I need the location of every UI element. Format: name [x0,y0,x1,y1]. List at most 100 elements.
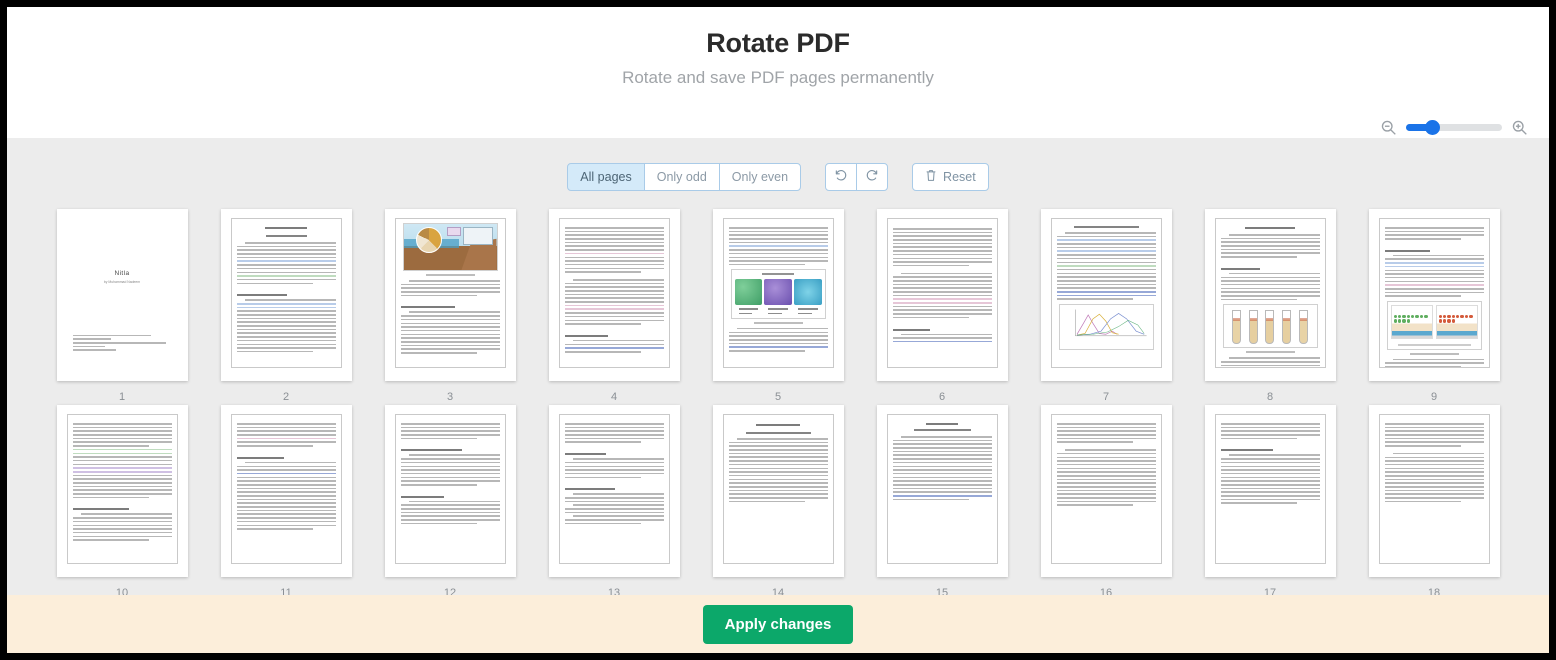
page-content [66,414,178,564]
trash-icon [925,169,937,185]
thumbnail-cell: 10 [40,405,204,601]
page-content [886,414,998,564]
thumbnail-cell: 7 [1024,209,1188,405]
magnifier-minus-icon[interactable] [1380,119,1397,136]
document-title-text: Nitla [114,270,130,277]
page-thumbnail-16[interactable] [1040,405,1172,577]
page-thumbnail-15[interactable] [876,405,1008,577]
thumbnail-cell: 2 [204,209,368,405]
thumbnail-cell: 16 [1024,405,1188,601]
workspace: All pages Only odd Only even Reset Nitla… [7,138,1549,653]
page-title: Rotate PDF [706,28,850,58]
page-thumbnail-3[interactable] [384,209,516,381]
page-content [558,218,670,368]
thumbnail-cell: Nitla by Muhammad Nadeem 1 [40,209,204,405]
page-header: Rotate PDF Rotate and save PDF pages per… [7,7,1549,138]
thumbnail-cell: 8 [1188,209,1352,405]
reset-label: Reset [943,170,976,184]
thumbnail-cell: 4 [532,209,696,405]
page-thumbnail-9[interactable] [1368,209,1500,381]
page-content [230,414,342,564]
page-content [1214,218,1326,368]
reset-button[interactable]: Reset [912,163,989,191]
zoom-control [1380,119,1528,136]
rotate-counter-clockwise-icon [834,168,848,187]
page-thumbnail-10[interactable] [56,405,188,577]
page-content [394,218,506,368]
zoom-slider-thumb[interactable] [1425,120,1441,135]
page-thumbnail-5[interactable] [712,209,844,381]
page-thumbnail-14[interactable] [712,405,844,577]
page-content [1050,414,1162,564]
molecule-green [734,279,763,316]
rotation-group [825,163,889,191]
page-content [1378,414,1490,564]
page-number-label: 4 [610,391,618,403]
molecule-purple [764,279,792,316]
pie-chart-inset [415,227,442,253]
document-author-text: by Muhammad Nadeem [103,280,141,284]
thumbnail-cell: 6 [860,209,1024,405]
page-selection-group: All pages Only odd Only even [567,163,802,191]
page-thumbnail-4[interactable] [548,209,680,381]
rotate-clockwise-button[interactable] [856,163,889,191]
page-thumbnail-7[interactable] [1040,209,1172,381]
thumbnail-cell: 14 [696,405,860,601]
page-number-label: 7 [1102,391,1110,403]
figure-bacteria-structures [730,269,826,319]
page-thumbnail-1[interactable]: Nitla by Muhammad Nadeem [56,209,188,381]
page-content [886,218,998,368]
page-content [722,218,834,368]
thumbnail-cell: 13 [532,405,696,601]
page-content [230,218,342,368]
test-tube [1298,310,1308,345]
page-content [1378,218,1490,368]
page-number-label: 2 [282,391,290,403]
test-tube [1265,310,1275,345]
figure-biofilm-panels [1386,300,1482,350]
thumbnail-cell: 18 [1352,405,1516,601]
page-subtitle: Rotate and save PDF pages permanently [622,68,934,87]
thumbnail-cell: 9 [1352,209,1516,405]
figure-test-tubes [1222,304,1318,349]
thumbnail-cell: 15 [860,405,1024,601]
page-number-label: 6 [938,391,946,403]
action-footer: Apply changes [7,595,1549,653]
figure-geological-cross-section [402,223,498,271]
page-content [558,414,670,564]
apply-changes-button[interactable]: Apply changes [702,604,854,644]
page-number-label: 8 [1266,391,1274,403]
page-thumbnail-8[interactable] [1204,209,1336,381]
filter-only-odd-button[interactable]: Only odd [643,163,720,191]
thumbnail-cell: 17 [1188,405,1352,601]
rotate-pdf-app: Rotate PDF Rotate and save PDF pages per… [7,7,1549,653]
rotation-toolbar: All pages Only odd Only even Reset [7,138,1549,191]
page-number-label: 3 [446,391,454,403]
figure-line-chart [1058,303,1154,350]
filter-only-even-button[interactable]: Only even [718,163,802,191]
test-tube [1232,310,1242,345]
page-thumbnail-11[interactable] [220,405,352,577]
page-number-label: 9 [1430,391,1438,403]
title-page-metadata [68,334,177,353]
page-thumbnail-2[interactable] [220,209,352,381]
rotate-counter-clockwise-button[interactable] [825,163,858,191]
page-content [722,414,834,564]
page-thumbnail-13[interactable] [548,405,680,577]
test-tube [1248,310,1258,345]
page-content [1214,414,1326,564]
molecule-cyan [793,279,822,316]
page-content [1050,218,1162,368]
test-tube [1282,310,1292,345]
panel-left [1390,304,1433,339]
zoom-slider[interactable] [1406,119,1502,136]
rotate-clockwise-icon [865,168,879,187]
magnifier-plus-icon[interactable] [1511,119,1528,136]
page-thumbnail-18[interactable] [1368,405,1500,577]
page-thumbnail-17[interactable] [1204,405,1336,577]
page-thumbnail-6[interactable] [876,209,1008,381]
thumbnail-cell: 12 [368,405,532,601]
thumbnail-cell: 11 [204,405,368,601]
page-thumbnail-12[interactable] [384,405,516,577]
filter-all-pages-button[interactable]: All pages [567,163,645,191]
